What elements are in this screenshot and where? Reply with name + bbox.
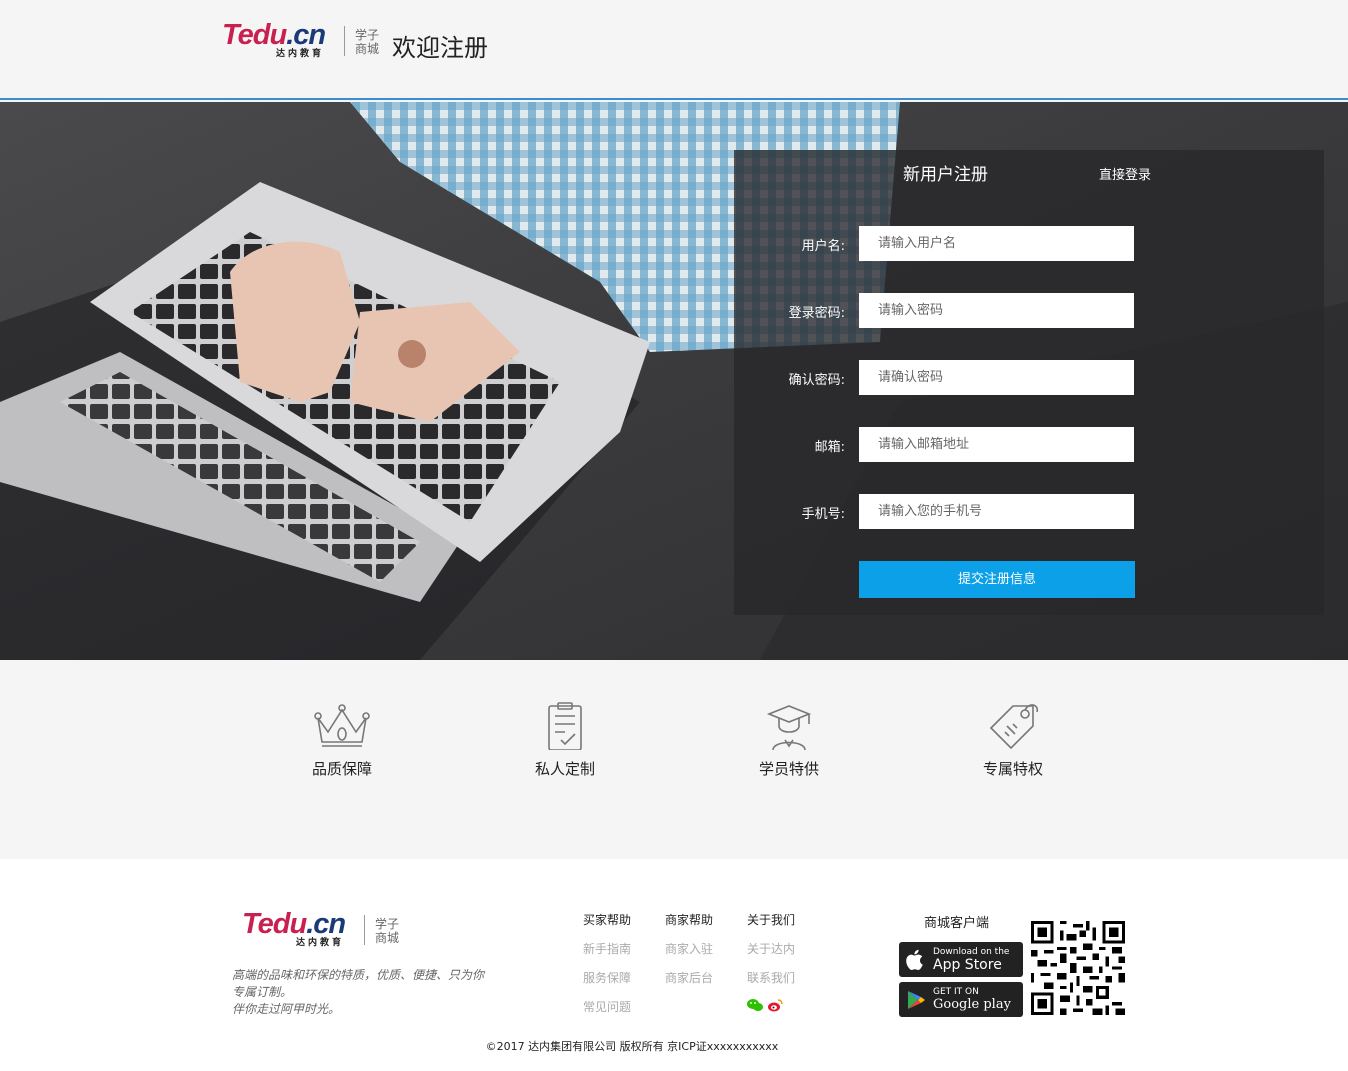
logo-subtitle: 达内教育	[276, 49, 325, 59]
slogan-line2: 专属订制。	[232, 985, 293, 999]
email-label: 邮箱:	[814, 440, 845, 455]
weibo-icon[interactable]	[767, 998, 783, 1012]
footer-logo-mark: Tedu.cn 达内教育	[242, 909, 354, 949]
logo-tag-line1: 学子	[355, 28, 380, 42]
username-label: 用户名:	[801, 239, 845, 254]
appstore-badge[interactable]: Download on the App Store	[899, 942, 1023, 977]
footer-logo[interactable]: Tedu.cn 达内教育 学子 商城	[242, 909, 399, 949]
password-label: 登录密码:	[788, 306, 845, 321]
googleplay-badge[interactable]: GET IT ON Google play	[899, 982, 1023, 1017]
footer-logo-tag-line2: 商城	[375, 931, 400, 945]
social-links	[747, 998, 795, 1012]
feature-student: 学员特供	[729, 702, 849, 779]
footer-slogan: 高端的品味和环保的特质，优质、便捷、只为你 专属订制。 伴你走过阿甲时光。	[232, 967, 532, 1018]
logo-mark: Tedu.cn 达内教育	[222, 20, 334, 60]
footer-link[interactable]: 服务保障	[583, 969, 631, 986]
feature-quality-label: 品质保障	[311, 760, 372, 778]
feature-privilege: 专属特权	[953, 702, 1073, 779]
footer-col-heading: 商家帮助	[665, 913, 714, 927]
logo-tag-line2: 商城	[355, 42, 380, 56]
crown-icon	[314, 704, 370, 747]
wechat-icon[interactable]	[747, 998, 763, 1012]
googleplay-small-text: GET IT ON	[933, 986, 979, 997]
feature-student-label: 学员特供	[758, 760, 819, 778]
footer-col-heading: 买家帮助	[583, 913, 632, 927]
tab-register[interactable]: 新用户注册	[903, 160, 988, 185]
hero-banner	[0, 102, 1348, 660]
confirm-password-label: 确认密码:	[788, 373, 845, 388]
feature-quality: 品质保障	[282, 702, 402, 779]
tag-icon	[989, 704, 1039, 750]
footer-col-buyer: 买家帮助 新手指南 服务保障 常见问题	[583, 911, 631, 1027]
email-input[interactable]	[859, 427, 1134, 462]
footer-link[interactable]: 新手指南	[583, 940, 631, 957]
footer-logo-divider	[364, 915, 365, 945]
google-play-icon	[908, 990, 925, 1009]
site-logo[interactable]: Tedu.cn 达内教育 学子 商城	[222, 20, 379, 60]
appstore-small-text: Download on the	[933, 946, 1010, 957]
footer-link[interactable]: 关于达内	[747, 940, 795, 957]
footer-col-heading: 关于我们	[747, 913, 796, 927]
copyright-text: ©2017 达内集团有限公司 版权所有 京ICP证xxxxxxxxxxx	[485, 1040, 779, 1053]
app-client-title: 商城客户端	[924, 916, 990, 931]
footer-link[interactable]: 联系我们	[747, 969, 795, 986]
footer-col-merchant: 商家帮助 商家入驻 商家后台	[665, 911, 713, 998]
footer-logo-subtitle: 达内教育	[296, 938, 345, 948]
feature-custom: 私人定制	[505, 702, 625, 779]
slogan-line3: 伴你走过阿甲时光。	[232, 1002, 341, 1016]
slogan-line1: 高端的品味和环保的特质，优质、便捷、只为你	[232, 968, 485, 982]
tab-login[interactable]: 直接登录	[1099, 164, 1151, 183]
password-input[interactable]	[859, 293, 1134, 328]
footer-logo-tag: 学子 商城	[375, 917, 399, 945]
site-footer: Tedu.cn 达内教育 学子 商城 高端的品味和环保的特质，优质、便捷、只为你…	[0, 859, 1348, 1071]
clipboard-icon	[548, 702, 582, 750]
footer-link[interactable]: 商家后台	[665, 969, 713, 986]
feature-privilege-label: 专属特权	[982, 760, 1043, 778]
page-title: 欢迎注册	[392, 34, 488, 62]
feature-custom-label: 私人定制	[534, 760, 595, 778]
apple-icon	[906, 949, 923, 970]
footer-col-about: 关于我们 关于达内 联系我们	[747, 911, 795, 1012]
features-strip: 品质保障 私人定制 学员特供 专属特权	[0, 660, 1348, 859]
footer-link[interactable]: 商家入驻	[665, 940, 713, 957]
phone-label: 手机号:	[801, 507, 845, 522]
qr-code-icon	[1031, 921, 1125, 1015]
confirm-password-input[interactable]	[859, 360, 1134, 395]
username-input[interactable]	[859, 226, 1134, 261]
appstore-big-text: App Store	[933, 956, 1002, 973]
phone-input[interactable]	[859, 494, 1134, 529]
footer-logo-tag-line1: 学子	[375, 917, 400, 931]
logo-divider	[344, 26, 345, 56]
site-header: Tedu.cn 达内教育 学子 商城 欢迎注册	[0, 0, 1348, 100]
footer-link[interactable]: 常见问题	[583, 998, 631, 1015]
submit-register-button[interactable]: 提交注册信息	[859, 561, 1135, 598]
googleplay-big-text: Google play	[933, 996, 1011, 1012]
logo-tag: 学子 商城	[355, 28, 379, 56]
graduate-icon	[766, 705, 812, 750]
